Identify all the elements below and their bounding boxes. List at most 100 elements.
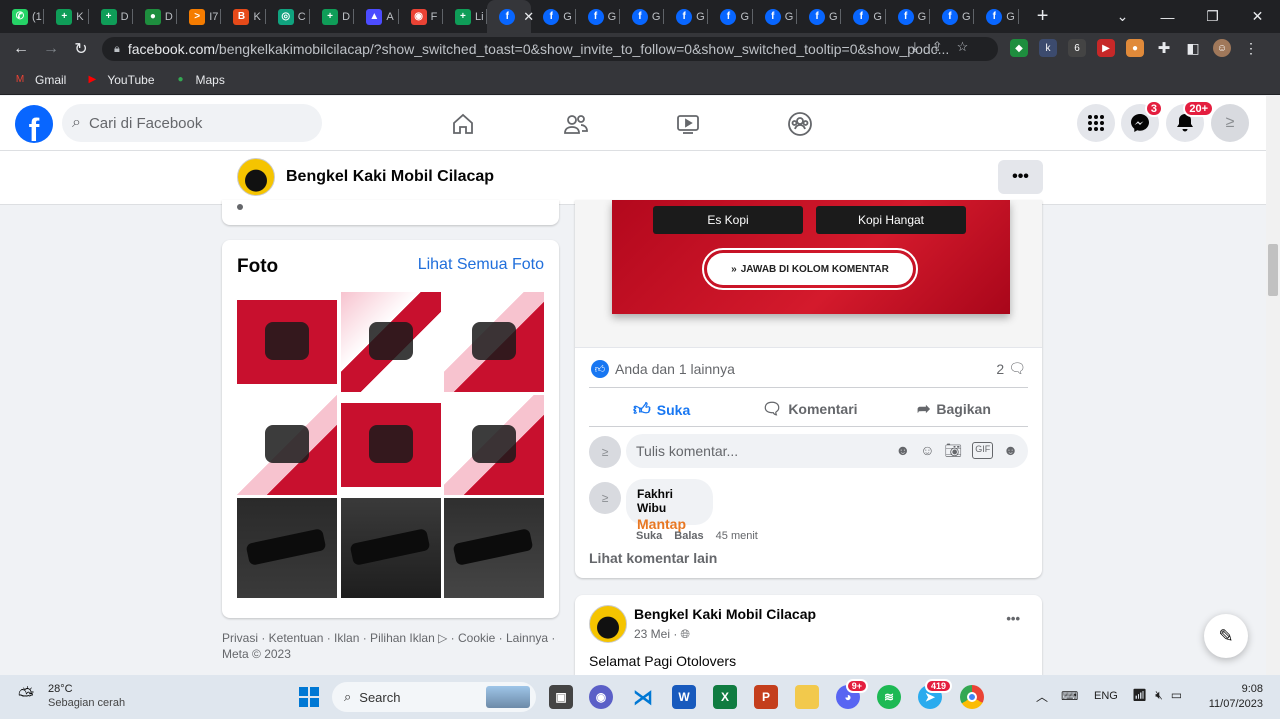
commenter-avatar[interactable]: ≥ [589,436,621,468]
file-explorer-icon[interactable] [795,685,819,709]
discord-icon[interactable]: ◕ 9+ [836,679,868,709]
photo-thumbnail[interactable] [340,498,441,598]
see-all-photos-link[interactable]: Lihat Semua Foto [418,256,544,274]
tray-overflow-icon[interactable]: ︿ [1036,688,1048,705]
browser-tab[interactable]: fG [797,0,842,33]
scrollbar-thumb[interactable] [1268,244,1278,296]
ext-six-icon[interactable]: 6 [1068,39,1086,57]
camera-icon[interactable]: 📷︎ [944,442,962,459]
home-icon[interactable] [447,108,479,140]
emoji-icon[interactable]: ☺ [920,442,934,459]
taskbar-search-box[interactable]: ⌕ Search [332,682,536,712]
browser-tab[interactable]: > I7 [177,0,222,33]
browser-tab[interactable]: ✆ (1 [0,0,45,33]
restore-icon[interactable]: ❐ [1190,8,1235,25]
photo-thumbnail[interactable] [340,395,441,495]
post2-date[interactable]: 23 Mei · [634,627,677,642]
avatar-sticker-icon[interactable]: ☻ [895,442,910,459]
ext-vpn-icon[interactable]: ◆ [1010,39,1028,57]
photo-thumbnail[interactable] [237,292,337,392]
post2-author[interactable]: Bengkel Kaki Mobil Cilacap [634,606,816,622]
page-title[interactable]: Bengkel Kaki Mobil Cilacap [286,168,494,186]
browser-tab[interactable]: fG [974,0,1019,33]
browser-tab[interactable]: BK [221,0,266,33]
volume-muted-icon[interactable]: 🔇︎ [1155,688,1163,703]
more-comments-link[interactable]: Lihat komentar lain [589,550,717,566]
back-icon[interactable]: ← [6,40,36,58]
post2-author-avatar[interactable] [589,605,627,643]
forward-icon[interactable]: → [36,40,66,58]
ext-keyboard-icon[interactable]: k [1039,39,1057,57]
like-button[interactable]: 👍︎ Suka [633,399,690,420]
ext-video-icon[interactable]: ▶ [1097,39,1115,57]
ext-cookie-icon[interactable]: ● [1126,39,1144,57]
notifications-icon[interactable]: 20+ [1166,100,1214,142]
comment-like-link[interactable]: Suka [636,530,662,542]
browser-tab[interactable]: fG [886,0,930,33]
task-view-icon[interactable]: ▣ [549,685,573,709]
language-indicator[interactable]: ENG [1094,690,1118,702]
new-message-button[interactable]: ✎ [1204,614,1248,658]
new-tab-icon[interactable]: + [1029,5,1057,28]
facebook-search-input[interactable]: ⌕ Cari di Facebook [62,104,322,142]
menu-grid-icon[interactable] [1077,104,1115,142]
address-bar[interactable]: 🔒︎ facebook.com/bengkelkakimobilcilacap/… [102,37,998,61]
browser-tab[interactable]: fG [708,0,753,33]
share-url-icon[interactable]: ⇪ [932,39,943,55]
browser-tab[interactable]: ◉ F [399,0,443,33]
page-more-button[interactable]: ••• [998,160,1043,194]
photo-thumbnail[interactable] [237,395,337,495]
comment-time[interactable]: 45 menit [716,530,758,542]
comment-input[interactable]: Tulis komentar... ☻ ☺ 📷︎ GIF ☻ [626,434,1028,468]
browser-tab[interactable]: fG [841,0,886,33]
comment-author-avatar[interactable]: ≥ [589,482,621,514]
photo-thumbnail[interactable] [444,292,544,392]
minimize-icon[interactable]: — [1145,9,1190,25]
share-button[interactable]: ➦ Bagikan [917,399,991,419]
comment-author[interactable]: Fakhri Wibu [637,487,702,515]
photo-thumbnail[interactable] [340,292,441,392]
excel-icon[interactable]: X [713,685,737,709]
reaction-summary[interactable]: Anda dan 1 lainnya [615,361,735,377]
battery-icon[interactable]: ▭ [1171,688,1182,703]
browser-tab[interactable]: fG [620,0,665,33]
bookmark-maps[interactable]: ● Maps [173,73,224,87]
gif-icon[interactable]: GIF [972,442,994,459]
facebook-logo-icon[interactable]: f [15,105,53,143]
install-icon[interactable]: ⤓ [912,39,918,55]
clock-date[interactable]: 11/07/2023 [1205,698,1263,710]
weather-text[interactable]: Sebagian cerah [48,697,125,709]
bookmark-youtube[interactable]: ▶ YouTube [84,73,154,87]
browser-tab[interactable]: fG [664,0,709,33]
bookmark-star-icon[interactable]: ☆ [957,39,969,55]
browser-tab[interactable]: fG [753,0,798,33]
keyboard-icon[interactable]: ⌨︎ [1061,689,1078,703]
account-avatar[interactable]: ≥ [1211,104,1249,142]
browser-tab[interactable]: fG [930,0,975,33]
teams-chat-icon[interactable]: ◉ [589,685,613,709]
browser-tab[interactable]: fG [531,0,576,33]
browser-tab[interactable]: + Li [443,0,488,33]
comment-reply-link[interactable]: Balas [674,530,703,542]
browser-tab[interactable]: ◎ C [266,0,311,33]
spotify-icon[interactable]: ≋ [877,685,901,709]
browser-tab[interactable]: ● D [133,0,178,33]
windows-start-icon[interactable] [297,685,321,709]
comment-count[interactable]: 2 🗨︎ [996,360,1026,377]
word-icon[interactable]: W [672,685,696,709]
bookmark-gmail[interactable]: M Gmail [12,73,67,87]
browser-tab[interactable]: f ✕ [487,0,534,33]
friends-icon[interactable] [560,108,592,140]
menu-kebab-icon[interactable]: ⋮ [1242,39,1260,57]
sticker-icon[interactable]: ☻ [1003,442,1018,459]
photo-thumbnail[interactable] [444,498,544,598]
post-image[interactable]: Es Kopi Kopi Hangat » JAWAB DI KOLOM KOM… [575,200,1042,348]
tab-search-icon[interactable]: ⌄ [1100,8,1145,25]
browser-tab[interactable]: + K [44,0,89,33]
wifi-icon[interactable]: 📶︎ [1132,688,1147,703]
page-avatar[interactable] [237,158,275,196]
reload-icon[interactable]: ↻ [66,39,96,59]
post2-more-icon[interactable]: ••• [1006,611,1020,626]
page-scrollbar[interactable] [1266,96,1280,675]
close-window-icon[interactable]: ✕ [1235,8,1280,25]
